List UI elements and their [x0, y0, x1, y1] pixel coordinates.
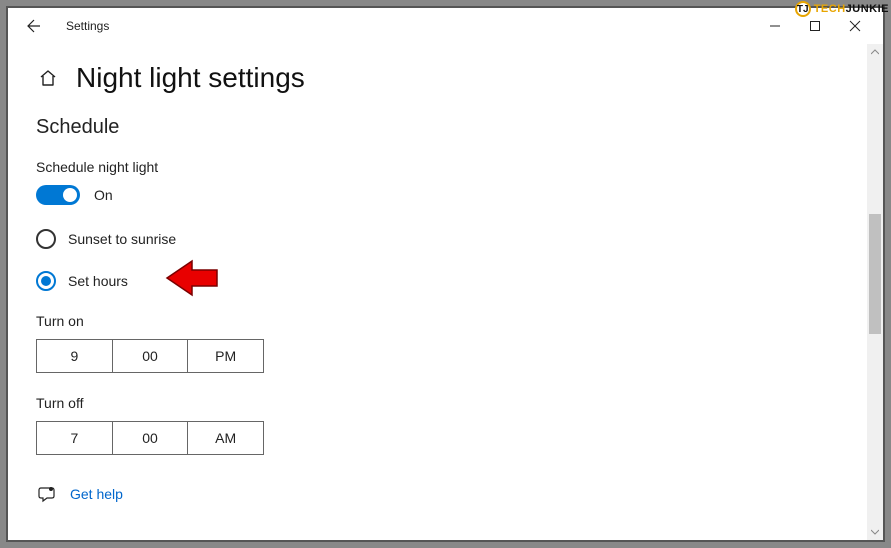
- turn-on-hour[interactable]: 9: [37, 340, 112, 372]
- turn-on-minute[interactable]: 00: [112, 340, 188, 372]
- scroll-thumb[interactable]: [869, 214, 881, 334]
- home-button[interactable]: [36, 66, 60, 90]
- schedule-toggle[interactable]: [36, 185, 80, 205]
- turn-on-time-picker[interactable]: 9 00 PM: [36, 339, 264, 373]
- radio-dot: [41, 276, 51, 286]
- close-icon: [849, 20, 861, 32]
- radio-set-hours[interactable]: [36, 271, 56, 291]
- maximize-icon: [809, 20, 821, 32]
- radio-sunset-label: Sunset to sunrise: [68, 231, 176, 247]
- arrow-left-icon: [26, 18, 42, 34]
- help-icon: [36, 483, 58, 505]
- turn-off-ampm[interactable]: AM: [187, 422, 263, 454]
- toggle-state-text: On: [94, 187, 113, 203]
- scroll-down-button[interactable]: [867, 524, 883, 540]
- radio-sunset-to-sunrise[interactable]: [36, 229, 56, 249]
- turn-off-minute[interactable]: 00: [112, 422, 188, 454]
- turn-on-ampm[interactable]: PM: [187, 340, 263, 372]
- watermark-badge: TJ: [795, 1, 811, 17]
- annotation-arrow-icon: [164, 257, 220, 299]
- window-title: Settings: [66, 19, 109, 33]
- page-title: Night light settings: [76, 62, 305, 94]
- minimize-button[interactable]: [755, 11, 795, 41]
- minimize-icon: [769, 20, 781, 32]
- watermark-logo: TJ TECH JUNKIE: [795, 0, 889, 18]
- settings-window: Settings: [6, 6, 885, 542]
- back-button[interactable]: [22, 14, 46, 38]
- home-icon: [38, 68, 58, 88]
- turn-off-hour[interactable]: 7: [37, 422, 112, 454]
- schedule-toggle-label: Schedule night light: [36, 159, 839, 175]
- titlebar: Settings: [8, 8, 883, 44]
- section-heading: Schedule: [36, 116, 839, 139]
- scroll-up-button[interactable]: [867, 44, 883, 60]
- toggle-knob: [63, 188, 77, 202]
- chevron-down-icon: [871, 529, 879, 535]
- content-area: Night light settings Schedule Schedule n…: [8, 44, 867, 540]
- radio-set-hours-label: Set hours: [68, 273, 128, 289]
- get-help-link[interactable]: Get help: [70, 486, 123, 502]
- watermark-text-2: JUNKIE: [846, 3, 889, 15]
- chevron-up-icon: [871, 49, 879, 55]
- turn-off-time-picker[interactable]: 7 00 AM: [36, 421, 264, 455]
- turn-on-label: Turn on: [36, 313, 839, 329]
- vertical-scrollbar[interactable]: [867, 44, 883, 540]
- watermark-text-1: TECH: [814, 3, 846, 15]
- turn-off-label: Turn off: [36, 395, 839, 411]
